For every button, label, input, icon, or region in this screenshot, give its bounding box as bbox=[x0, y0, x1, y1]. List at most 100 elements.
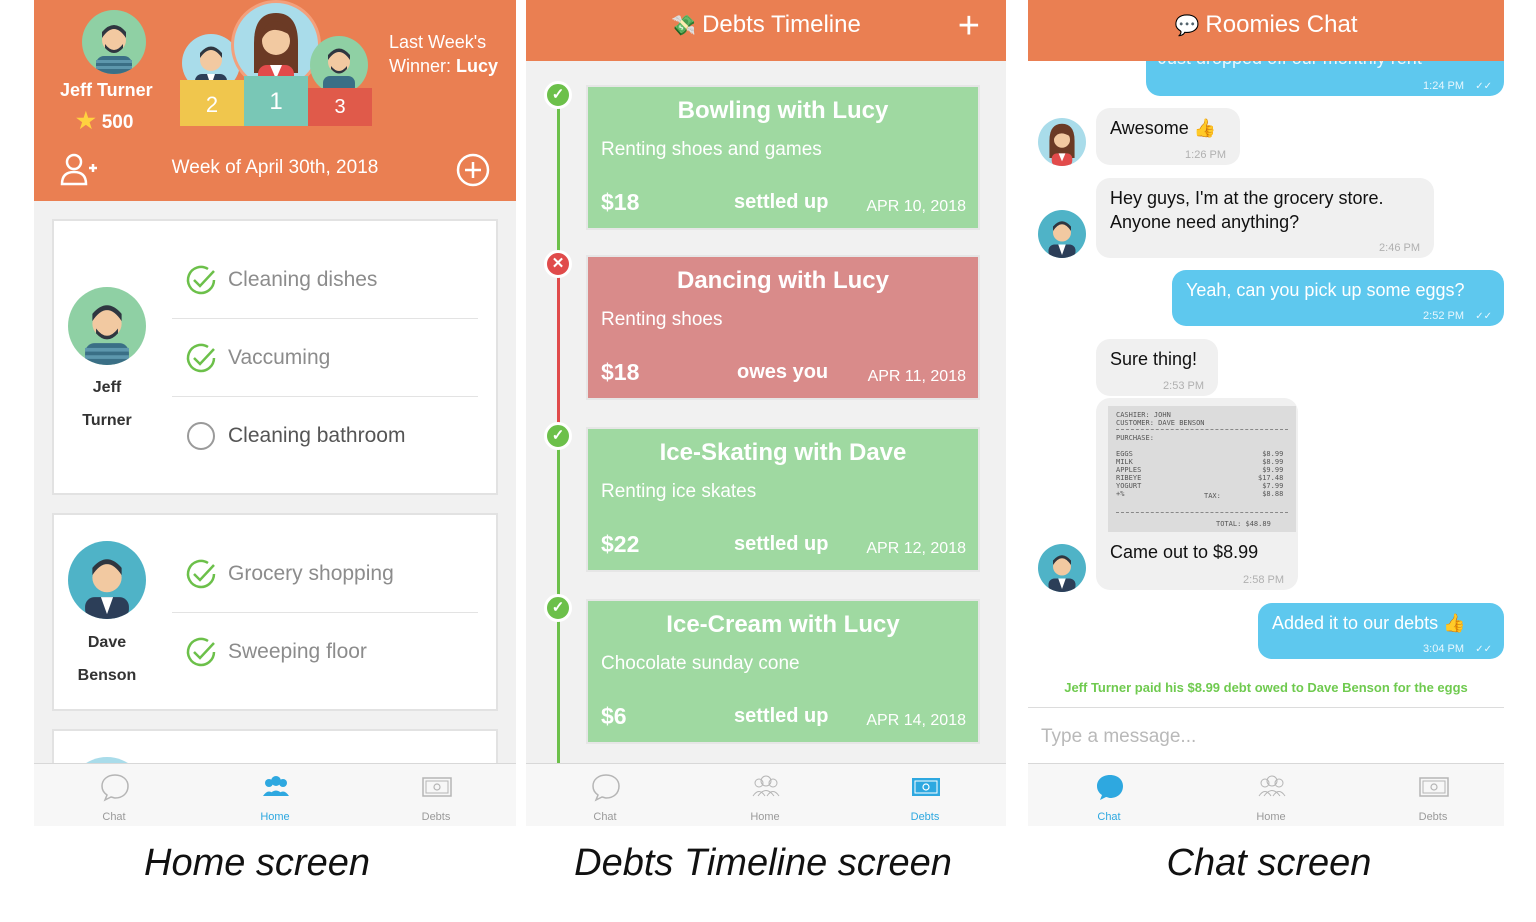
debt-card[interactable]: Dancing with Lucy Renting shoes $18 owes… bbox=[586, 255, 980, 400]
tab-debts[interactable]: Debts bbox=[386, 764, 486, 826]
user-avatar[interactable] bbox=[82, 10, 146, 74]
tab-home-label: Home bbox=[750, 811, 780, 823]
check-dot-icon: ✓ bbox=[544, 81, 572, 109]
debts-header: 💸 Debts Timeline + bbox=[526, 0, 1006, 61]
home-caption: Home screen bbox=[144, 842, 370, 884]
task-item[interactable]: Cleaning bathroom bbox=[172, 397, 478, 475]
message-time: 3:04 PM bbox=[1423, 643, 1464, 655]
debt-card[interactable]: Ice-Cream with Lucy Chocolate sunday con… bbox=[586, 599, 980, 744]
timeline-segment bbox=[557, 94, 560, 264]
home-screen: Jeff Turner ★ 500 2 1 3 Last Week's Winne… bbox=[34, 0, 516, 826]
last-week-winner: Last Week's Winner: Lucy bbox=[389, 30, 498, 78]
message-bubble-incoming[interactable]: Awesome 👍 1:26 PM bbox=[1096, 108, 1240, 165]
message-text: Added it to our debts 👍 bbox=[1272, 613, 1466, 633]
debt-title: Ice-Skating with Dave bbox=[659, 439, 907, 466]
podium-third: 3 bbox=[308, 88, 372, 126]
debt-status: settled up bbox=[734, 533, 829, 555]
debt-title: Ice-Cream with Lucy bbox=[666, 611, 900, 638]
message-bubble-outgoing[interactable]: Yeah, can you pick up some eggs? 2:52 PM… bbox=[1172, 270, 1504, 326]
message-bubble-receipt[interactable]: CASHIER: JOHN CUSTOMER: DAVE BENSON PURC… bbox=[1096, 398, 1298, 590]
debt-card[interactable]: Bowling with Lucy Renting shoes and game… bbox=[586, 85, 980, 230]
receipt-purchase: PURCHASE: bbox=[1116, 434, 1154, 442]
debt-title: Dancing with Lucy bbox=[676, 267, 889, 294]
member-first-name: Dave bbox=[87, 634, 127, 651]
task-item[interactable]: Vaccuming bbox=[172, 319, 478, 397]
chat-title-text: Roomies Chat bbox=[1205, 11, 1358, 38]
tab-home[interactable]: Home bbox=[715, 764, 815, 826]
group-icon bbox=[263, 776, 289, 796]
task-item[interactable]: Grocery shopping bbox=[172, 535, 478, 613]
task-label: Cleaning dishes bbox=[228, 267, 378, 291]
add-debt-icon[interactable]: + bbox=[958, 7, 980, 45]
debt-description: Renting ice skates bbox=[601, 481, 757, 502]
home-header: Jeff Turner ★ 500 2 1 3 Last Week's Winne… bbox=[34, 0, 516, 201]
message-time: 1:26 PM bbox=[1185, 149, 1226, 161]
sender-avatar[interactable] bbox=[1038, 210, 1086, 258]
debt-card[interactable]: Ice-Skating with Dave Renting ice skates… bbox=[586, 427, 980, 572]
chat-screen: Just dropped off our monthly rent 1:24 P… bbox=[1028, 0, 1504, 826]
debt-date: APR 14, 2018 bbox=[866, 712, 966, 729]
debts-title-text: Debts Timeline bbox=[702, 11, 861, 38]
check-circle-icon[interactable] bbox=[184, 635, 218, 669]
podium-second-label: 2 bbox=[205, 92, 219, 117]
receipt-image[interactable]: CASHIER: JOHN CUSTOMER: DAVE BENSON PURC… bbox=[1108, 406, 1296, 532]
system-note: Jeff Turner paid his $8.99 debt owed to … bbox=[1064, 680, 1468, 695]
member-card[interactable]: Jeff Turner Cleaning dishes Vaccuming Cle… bbox=[52, 219, 498, 495]
winner-prefix: Winner: bbox=[389, 56, 452, 76]
message-bubble-outgoing[interactable]: Added it to our debts 👍 3:04 PM ✓✓ bbox=[1258, 603, 1504, 659]
third-place-avatar bbox=[310, 36, 368, 94]
message-text: Yeah, can you pick up some eggs? bbox=[1186, 280, 1465, 300]
member-name: Dave Benson bbox=[57, 626, 157, 692]
tab-chat[interactable]: Chat bbox=[555, 764, 655, 826]
debt-description: Chocolate sunday cone bbox=[601, 653, 800, 674]
tab-chat[interactable]: Chat bbox=[64, 764, 164, 826]
man-suit-avatar-icon bbox=[1048, 555, 1076, 592]
tab-chat-label: Chat bbox=[1097, 811, 1121, 823]
group-icon bbox=[1258, 775, 1286, 797]
message-input[interactable]: Type a message... bbox=[1028, 707, 1504, 764]
tab-debts[interactable]: Debts bbox=[875, 764, 975, 826]
member-last-name: Benson bbox=[77, 667, 137, 684]
member-avatar bbox=[68, 541, 146, 619]
timeline-segment bbox=[557, 436, 560, 608]
member-first-name: Jeff bbox=[92, 379, 122, 396]
debts-caption: Debts Timeline screen bbox=[574, 842, 952, 884]
task-label: Cleaning bathroom bbox=[228, 424, 406, 447]
tab-bar: Chat Home Debts bbox=[34, 763, 516, 826]
check-circle-icon[interactable] bbox=[184, 557, 218, 591]
tab-chat-label: Chat bbox=[102, 811, 126, 823]
man-avatar-icon bbox=[96, 25, 132, 74]
check-circle-icon[interactable] bbox=[184, 341, 218, 375]
tab-debts[interactable]: Debts bbox=[1383, 764, 1483, 826]
message-time: 2:46 PM bbox=[1379, 242, 1420, 254]
read-ticks-icon: ✓✓ bbox=[1475, 311, 1492, 322]
message-text: Hey guys, I'm at the grocery store. Anyo… bbox=[1110, 188, 1384, 232]
sender-avatar[interactable] bbox=[1038, 544, 1086, 592]
x-dot-icon: ✕ bbox=[544, 250, 572, 278]
sender-avatar[interactable] bbox=[1038, 118, 1086, 166]
message-text: Came out to $8.99 bbox=[1110, 542, 1259, 562]
message-time: 2:52 PM bbox=[1423, 310, 1464, 322]
podium-second: 2 bbox=[180, 80, 244, 126]
member-card[interactable]: Dave Benson Grocery shopping Sweeping flo… bbox=[52, 513, 498, 711]
tab-chat[interactable]: Chat bbox=[1059, 764, 1159, 826]
debt-title: Bowling with Lucy bbox=[677, 97, 889, 124]
message-bubble-incoming[interactable]: Sure thing! 2:53 PM bbox=[1096, 339, 1218, 396]
debts-screen: 💸 Debts Timeline + ✓ ✕ ✓ ✓ Bowling with L… bbox=[526, 0, 1006, 826]
member-name: Jeff Turner bbox=[57, 371, 157, 437]
chat-caption: Chat screen bbox=[1166, 842, 1372, 884]
member-last-name: Turner bbox=[82, 412, 132, 429]
receipt-total: TOTAL: $48.89 bbox=[1216, 520, 1271, 528]
debt-description: Renting shoes bbox=[601, 309, 723, 330]
add-task-icon[interactable] bbox=[456, 153, 490, 192]
message-bubble-incoming[interactable]: Hey guys, I'm at the grocery store. Anyo… bbox=[1096, 178, 1434, 258]
chat-header: 💬 Roomies Chat bbox=[1028, 0, 1504, 61]
tab-home[interactable]: Home bbox=[1221, 764, 1321, 826]
tab-bar: Chat Home Debts bbox=[1028, 763, 1504, 826]
task-item[interactable]: Sweeping floor bbox=[172, 613, 478, 691]
check-circle-icon[interactable] bbox=[184, 263, 218, 297]
tab-home[interactable]: Home bbox=[225, 764, 325, 826]
task-item[interactable]: Cleaning dishes bbox=[172, 241, 478, 319]
tab-home-label: Home bbox=[1256, 811, 1286, 823]
empty-circle-icon[interactable] bbox=[184, 419, 218, 453]
